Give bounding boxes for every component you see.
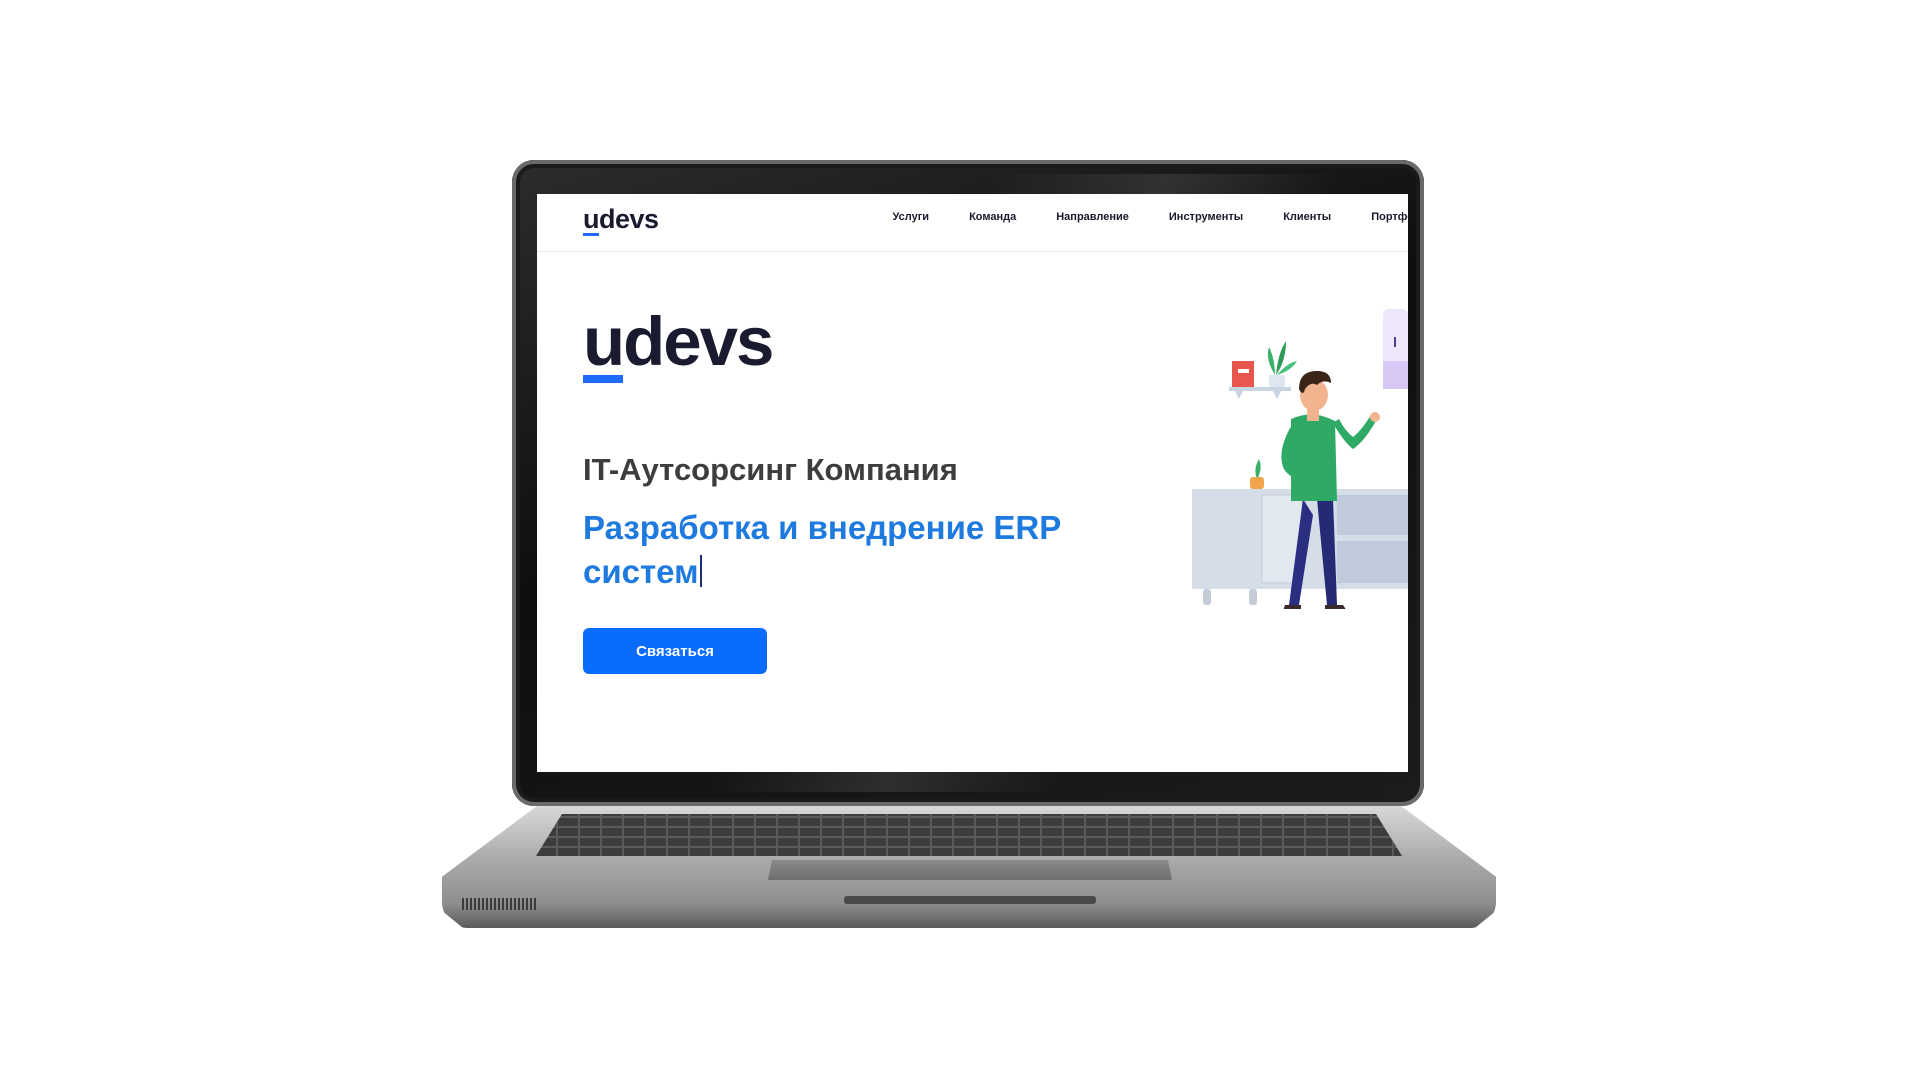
- laptop-keyboard: [536, 814, 1402, 856]
- laptop-screen: udevs Услуги Команда Направление Инструм…: [537, 194, 1408, 772]
- book-icon: [1232, 361, 1254, 387]
- nav-item-team[interactable]: Команда: [969, 211, 1016, 223]
- ui-panel-illustration: [1383, 309, 1408, 389]
- logo-u-mark: u: [583, 204, 600, 236]
- nav-item-clients[interactable]: Клиенты: [1283, 211, 1331, 223]
- hero-title: Разработка и внедрение ERP систем: [583, 506, 1143, 594]
- cactus-icon: [1250, 459, 1264, 489]
- hero-logo-u-mark: u: [583, 303, 625, 383]
- person-illustration: [1192, 309, 1408, 609]
- laptop-speaker-grille: [462, 898, 538, 910]
- laptop-front-lip: [844, 896, 1096, 904]
- header-logo[interactable]: udevs: [583, 204, 659, 236]
- typing-cursor: [700, 555, 703, 587]
- nav-item-portfolio[interactable]: Портфо: [1371, 211, 1408, 223]
- plant-icon: [1267, 341, 1297, 387]
- hero-logo-text: devs: [623, 303, 774, 380]
- site-header: udevs Услуги Команда Направление Инструм…: [537, 194, 1408, 252]
- shelf-illustration: [1229, 387, 1291, 399]
- main-nav: Услуги Команда Направление Инструменты К…: [893, 211, 1409, 223]
- nav-item-direction[interactable]: Направление: [1056, 211, 1129, 223]
- nav-item-tools[interactable]: Инструменты: [1169, 211, 1243, 223]
- hero-title-text: Разработка и внедрение ERP систем: [583, 509, 1061, 590]
- logo-text: devs: [599, 204, 659, 234]
- hero-subtitle: IT-Аутсорсинг Компания: [583, 452, 958, 487]
- contact-button[interactable]: Связаться: [583, 628, 767, 674]
- hero-logo: udevs: [583, 303, 774, 383]
- laptop-trackpad: [768, 860, 1172, 880]
- nav-item-services[interactable]: Услуги: [893, 211, 930, 223]
